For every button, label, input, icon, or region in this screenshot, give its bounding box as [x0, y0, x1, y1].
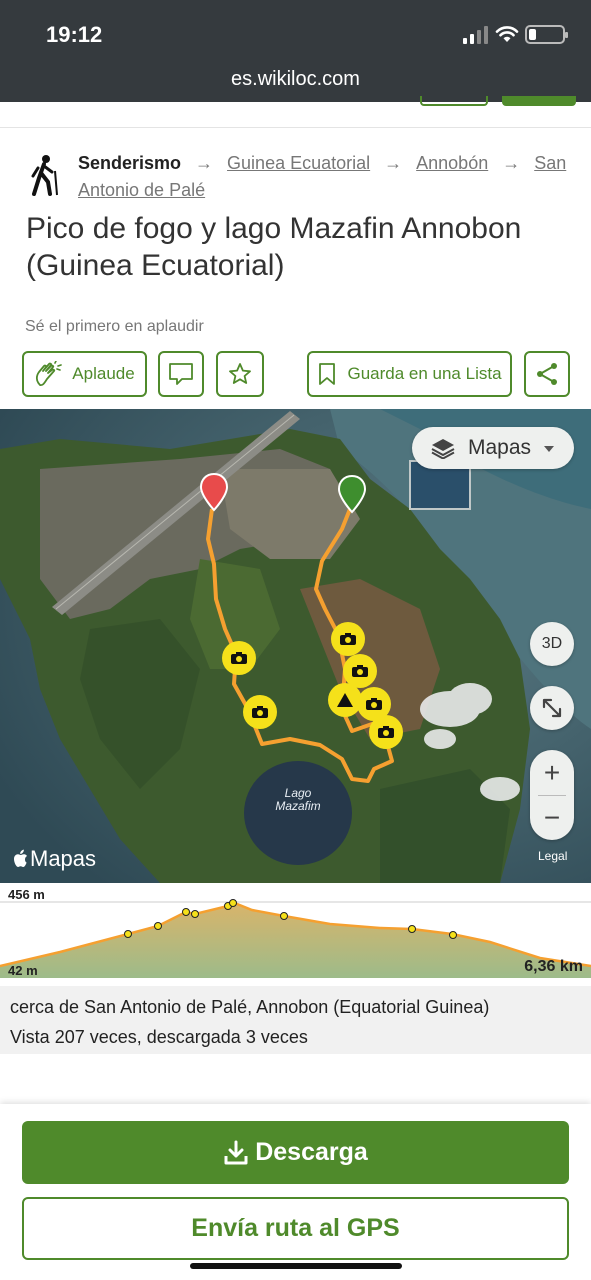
profile-waypoint-marker[interactable]: [154, 922, 162, 930]
elevation-min-label: 42 m: [8, 963, 38, 978]
map-3d-button[interactable]: 3D: [530, 622, 574, 666]
apple-maps-logo: Mapas: [12, 846, 96, 872]
zoom-controls: + −: [530, 750, 574, 840]
breadcrumb-category[interactable]: Senderismo: [78, 153, 181, 173]
arrow-right-icon: →: [195, 153, 214, 173]
send-to-gps-button[interactable]: Envía ruta al GPS: [22, 1197, 569, 1260]
save-to-list-button[interactable]: Guarda en una Lista: [307, 351, 512, 397]
map-layers-label: Mapas: [468, 436, 532, 459]
profile-waypoint-marker[interactable]: [280, 912, 288, 920]
waypoint-photo-icon[interactable]: [222, 641, 256, 675]
share-icon: [537, 363, 557, 385]
breadcrumb-link-country[interactable]: Guinea Ecuatorial: [227, 153, 370, 173]
zoom-out-button[interactable]: −: [530, 795, 574, 840]
comment-icon: [169, 363, 193, 385]
trail-stats: Vista 207 veces, descargada 3 veces: [10, 1027, 308, 1047]
lake-label: Lago Mazafim: [275, 786, 321, 813]
status-time: 19:12: [46, 22, 103, 47]
start-pin-icon[interactable]: [199, 472, 229, 512]
bookmark-icon: [319, 363, 336, 385]
profile-waypoint-marker[interactable]: [408, 925, 416, 933]
end-pin-icon[interactable]: [337, 474, 367, 514]
legal-link[interactable]: Legal: [538, 849, 567, 863]
save-to-list-label: Guarda en una Lista: [347, 364, 502, 383]
arrow-right-icon: →: [502, 153, 521, 173]
download-icon: [224, 1140, 248, 1164]
waypoint-summit-icon[interactable]: [328, 683, 362, 717]
maps-attribution: Mapas: [30, 846, 97, 871]
header-filled-button[interactable]: [502, 96, 576, 106]
profile-waypoint-marker[interactable]: [124, 930, 132, 938]
applaud-button[interactable]: Aplaude: [22, 351, 147, 397]
expand-icon: [542, 698, 562, 718]
star-icon: [229, 363, 251, 384]
comment-button[interactable]: [158, 351, 204, 397]
trail-title: Pico de fogo y lago Mazafin Annobon (Gui…: [26, 212, 522, 282]
chevron-down-icon: [544, 446, 554, 452]
waypoint-photo-icon[interactable]: [369, 715, 403, 749]
trail-location: cerca de San Antonio de Palé, Annobon (E…: [10, 997, 490, 1017]
download-label: Descarga: [255, 1138, 368, 1166]
map-layers-button[interactable]: Mapas: [412, 427, 574, 469]
waypoint-photo-icon[interactable]: [243, 695, 277, 729]
elevation-chart: [0, 899, 591, 978]
profile-waypoint-marker[interactable]: [191, 910, 199, 918]
map-3d-label: 3D: [541, 635, 563, 652]
url-text: es.wikiloc.com: [231, 68, 360, 90]
layers-icon: [431, 439, 455, 459]
applause-note: Sé el primero en aplaudir: [25, 318, 204, 335]
distance-label: 6,36 km: [524, 958, 583, 975]
profile-waypoint-marker[interactable]: [229, 899, 237, 907]
clapping-hands-icon: [36, 361, 63, 387]
profile-waypoint-marker[interactable]: [182, 908, 190, 916]
elevation-max-label: 456 m: [8, 887, 45, 902]
trail-info: cerca de San Antonio de Palé, Annobon (E…: [0, 986, 591, 1054]
profile-waypoint-marker[interactable]: [449, 931, 457, 939]
status-bar: 19:12: [0, 0, 591, 60]
home-indicator[interactable]: [190, 1263, 402, 1269]
send-to-gps-label: Envía ruta al GPS: [191, 1214, 400, 1242]
download-button[interactable]: Descarga: [22, 1121, 569, 1184]
status-icons: [455, 24, 568, 46]
arrow-right-icon: →: [384, 153, 403, 173]
breadcrumb: Senderismo → Guinea Ecuatorial → Annobón → San…: [78, 150, 578, 204]
hiking-icon: [31, 155, 58, 196]
waypoint-photo-icon[interactable]: [331, 622, 365, 656]
share-button[interactable]: [524, 351, 570, 397]
zoom-in-button[interactable]: +: [530, 750, 574, 795]
elevation-profile[interactable]: [0, 884, 591, 986]
applaud-label: Aplaude: [72, 364, 135, 383]
battery-icon: [525, 25, 568, 44]
header-outline-button[interactable]: [420, 96, 488, 106]
signal-icon: [463, 26, 489, 44]
apple-logo-icon: [14, 849, 27, 867]
wifi-icon: [495, 26, 519, 42]
favorite-button[interactable]: [216, 351, 264, 397]
fullscreen-button[interactable]: [530, 686, 574, 730]
breadcrumb-link-region[interactable]: Annobón: [416, 153, 488, 173]
header-stub: [0, 96, 591, 128]
